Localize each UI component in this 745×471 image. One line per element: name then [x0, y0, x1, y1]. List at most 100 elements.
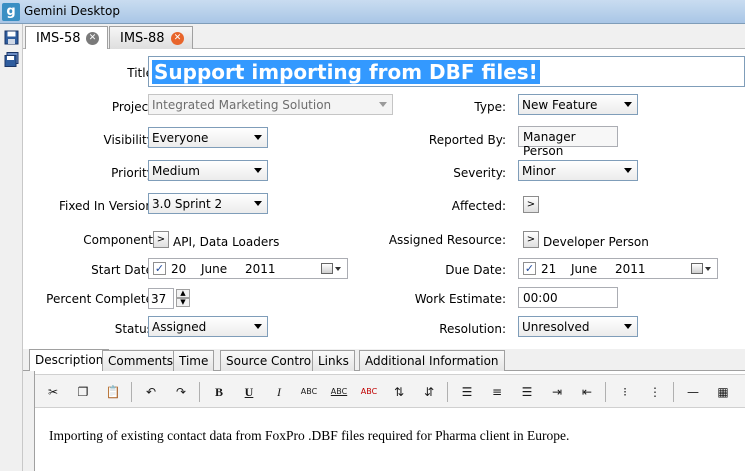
start-date-day[interactable]: 20 [171, 262, 186, 276]
component-label: Component: [83, 233, 157, 247]
status-value: Assigned [152, 320, 207, 334]
start-date-year[interactable]: 2011 [245, 262, 276, 276]
chevron-down-icon[interactable] [335, 267, 341, 271]
reported-by-value: Manager Person [523, 130, 576, 158]
tab-comments[interactable]: Comments [102, 350, 180, 371]
fixed-in-version-value: 3.0 Sprint 2 [152, 197, 223, 211]
close-tab-icon[interactable]: ✕ [86, 32, 99, 45]
bulleted-list-icon[interactable]: ⁝ [615, 383, 635, 401]
percent-complete-input[interactable]: 37 [148, 288, 174, 309]
copy-icon[interactable]: ❐ [73, 383, 93, 401]
percent-complete-stepper[interactable]: ▲ ▼ [176, 289, 190, 308]
affected-picker-button[interactable]: > [523, 196, 539, 213]
component-value: API, Data Loaders [173, 235, 280, 249]
editor-toolbar: ✂ ❐ 📋 ↶ ↷ B U I ABC ABC ABC ⇅ ⇵ ☰ ≡ ☰ ⇥ … [35, 374, 745, 408]
work-estimate-value: 00:00 [523, 291, 558, 305]
horizontal-rule-icon[interactable]: — [683, 383, 703, 401]
component-picker-button[interactable]: > [153, 231, 169, 248]
sort-descending-icon[interactable]: ⇵ [419, 383, 439, 401]
due-date-checkbox[interactable]: ✓ [523, 262, 536, 275]
work-estimate-input[interactable]: 00:00 [518, 287, 618, 308]
tab-source-control[interactable]: Source Control [220, 350, 321, 371]
assigned-resource-picker-button[interactable]: > [523, 231, 539, 248]
sort-ascending-icon[interactable]: ⇅ [389, 383, 409, 401]
tab-time[interactable]: Time [173, 350, 215, 371]
font-color-icon[interactable]: ABC [329, 383, 349, 401]
paste-icon[interactable]: 📋 [103, 383, 123, 401]
chevron-down-icon [254, 168, 262, 173]
stepper-down-icon[interactable]: ▼ [176, 298, 190, 307]
stepper-up-icon[interactable]: ▲ [176, 289, 190, 298]
document-tab-strip: IMS-58 ✕ IMS-88 ✕ [23, 24, 745, 50]
numbered-list-icon[interactable]: ⋮ [645, 383, 665, 401]
table-icon[interactable]: ▦ [713, 383, 733, 401]
tab-additional-information[interactable]: Additional Information [359, 350, 505, 371]
project-select[interactable]: Integrated Marketing Solution [148, 94, 393, 115]
chevron-down-icon [624, 102, 632, 107]
calendar-icon[interactable] [321, 263, 333, 274]
affected-label: Affected: [451, 199, 506, 213]
resolution-label: Resolution: [439, 322, 506, 336]
save-all-icon[interactable] [4, 52, 19, 67]
start-date-month[interactable]: June [201, 262, 227, 276]
reported-by-label: Reported By: [428, 133, 506, 147]
work-estimate-label: Work Estimate: [414, 292, 506, 306]
toolbar-separator [673, 382, 674, 402]
due-date-label: Due Date: [445, 263, 506, 277]
left-toolbar [0, 24, 23, 471]
assigned-resource-value: Developer Person [543, 235, 649, 249]
resolution-value: Unresolved [522, 320, 590, 334]
toolbar-separator [447, 382, 448, 402]
underline-icon[interactable]: U [239, 383, 259, 401]
undo-icon[interactable]: ↶ [141, 383, 161, 401]
status-select[interactable]: Assigned [148, 316, 268, 337]
strikethrough-icon[interactable]: ABC [299, 383, 319, 401]
highlight-icon[interactable]: ABC [359, 383, 379, 401]
severity-label: Severity: [453, 166, 506, 180]
redo-icon[interactable]: ↷ [171, 383, 191, 401]
visibility-select[interactable]: Everyone [148, 127, 268, 148]
title-input[interactable]: Support importing from DBF files! [148, 56, 745, 87]
due-date-year[interactable]: 2011 [615, 262, 646, 276]
toolbar-separator [605, 382, 606, 402]
save-icon[interactable] [4, 30, 19, 45]
window-titlebar: g Gemini Desktop [0, 0, 745, 24]
doc-tab-label: IMS-58 [36, 31, 81, 46]
start-date-picker[interactable]: ✓ 20 June 2011 [148, 258, 348, 279]
due-date-month[interactable]: June [571, 262, 597, 276]
italic-icon[interactable]: I [269, 383, 289, 401]
doc-tab-ims-58[interactable]: IMS-58 ✕ [25, 26, 108, 50]
outdent-icon[interactable]: ⇤ [577, 383, 597, 401]
priority-value: Medium [152, 164, 200, 178]
tab-description[interactable]: Description [29, 349, 110, 371]
chevron-down-icon [254, 201, 262, 206]
due-date-day[interactable]: 21 [541, 262, 556, 276]
align-center-icon[interactable]: ≡ [487, 383, 507, 401]
align-left-icon[interactable]: ☰ [457, 383, 477, 401]
type-label: Type: [474, 100, 506, 114]
description-text[interactable]: Importing of existing contact data from … [49, 428, 569, 444]
fixed-in-version-label: Fixed In Version: [58, 199, 157, 213]
calendar-icon[interactable] [691, 263, 703, 274]
type-select[interactable]: New Feature [518, 94, 638, 115]
start-date-checkbox[interactable]: ✓ [153, 262, 166, 275]
bold-icon[interactable]: B [209, 383, 229, 401]
toolbar-separator [199, 382, 200, 402]
due-date-picker[interactable]: ✓ 21 June 2011 [518, 258, 718, 279]
chevron-down-icon [379, 102, 387, 107]
doc-tab-ims-88[interactable]: IMS-88 ✕ [109, 26, 193, 49]
title-value: Support importing from DBF files! [152, 60, 540, 84]
priority-select[interactable]: Medium [148, 160, 268, 181]
cut-icon[interactable]: ✂ [43, 383, 63, 401]
doc-tab-label: IMS-88 [120, 31, 165, 46]
window-title: Gemini Desktop [24, 4, 120, 18]
fixed-in-version-select[interactable]: 3.0 Sprint 2 [148, 193, 268, 214]
align-right-icon[interactable]: ☰ [517, 383, 537, 401]
tab-links[interactable]: Links [312, 350, 355, 371]
resolution-select[interactable]: Unresolved [518, 316, 638, 337]
severity-select[interactable]: Minor [518, 160, 638, 181]
close-tab-icon[interactable]: ✕ [171, 32, 184, 45]
chevron-down-icon[interactable] [705, 267, 711, 271]
toolbar-separator [131, 382, 132, 402]
indent-icon[interactable]: ⇥ [547, 383, 567, 401]
